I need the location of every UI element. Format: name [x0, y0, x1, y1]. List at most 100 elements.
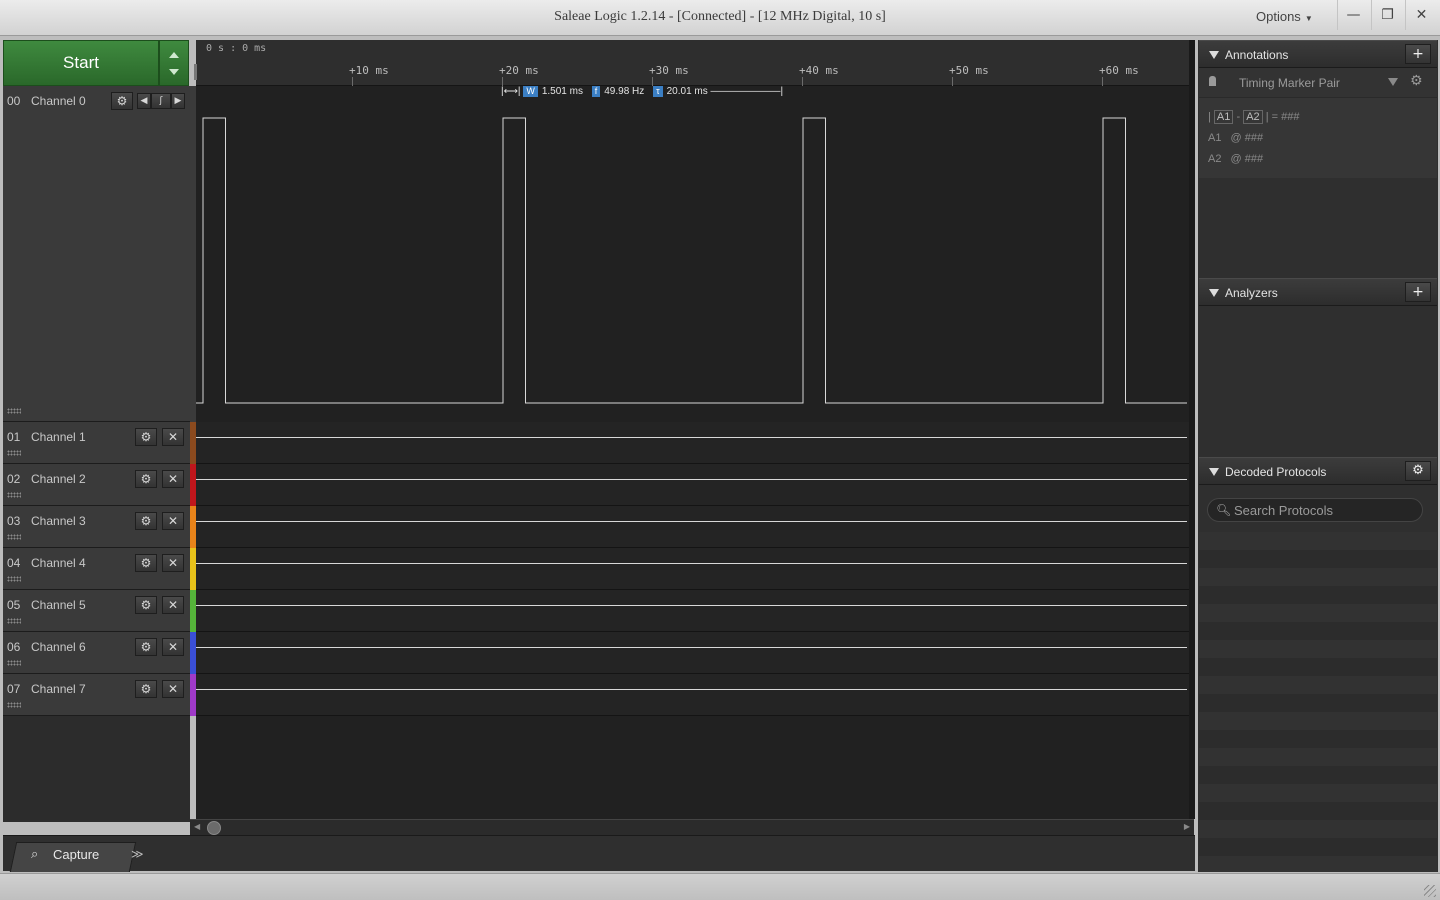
marker-filter-icon[interactable] — [1388, 78, 1398, 86]
remove-channel-close-icon[interactable]: ✕ — [162, 680, 184, 698]
close-window-button[interactable]: ✕ — [1405, 0, 1437, 30]
channel-row-1[interactable]: 01 Channel 1 ⚙ ✕ — [3, 422, 190, 464]
drag-handle-icon[interactable] — [7, 618, 21, 624]
ruler-tick-label: +10 ms — [349, 64, 389, 77]
vertical-scrollbar[interactable] — [1189, 40, 1195, 819]
drag-handle-icon[interactable] — [7, 492, 21, 498]
title-bar: Saleae Logic 1.2.14 - [Connected] - [12 … — [0, 0, 1440, 36]
pulse-measurement: |⟷| W 1.501 ms f 49.98 Hz τ 20.01 ms ——————… — [501, 86, 783, 98]
more-tabs-icon[interactable]: ≫ — [131, 847, 144, 861]
drag-handle-icon[interactable] — [7, 702, 21, 708]
decoded-protocols-list[interactable] — [1199, 532, 1437, 872]
marker-settings-gear-icon[interactable]: ⚙ — [1410, 73, 1423, 89]
next-edge-icon[interactable]: ▶ — [171, 93, 185, 109]
channel-4-track[interactable] — [196, 548, 1189, 590]
drag-handle-icon[interactable] — [7, 576, 21, 582]
saleae-logic-window: Saleae Logic 1.2.14 - [Connected] - [12 … — [0, 0, 1440, 900]
time-ruler[interactable]: 0 s : 0 ms +10 ms +20 ms +30 ms +40 ms +… — [194, 40, 1192, 86]
annotations-body: Timing Marker Pair ⚙ | A1 - A2 | = ### A… — [1199, 68, 1437, 178]
minimize-button[interactable]: — — [1337, 0, 1369, 30]
channel-number: 05 — [7, 598, 21, 612]
channel-2-track[interactable] — [196, 464, 1189, 506]
capture-options-toggle[interactable] — [159, 40, 189, 86]
channel-6-track[interactable] — [196, 632, 1189, 674]
channel-number: 07 — [7, 682, 21, 696]
channel-settings-gear-icon[interactable]: ⚙ — [135, 512, 157, 530]
channel-settings-gear-icon[interactable]: ⚙ — [135, 428, 157, 446]
channel-4-signal — [196, 563, 1187, 564]
channel-name[interactable]: Channel 6 — [31, 640, 86, 654]
channel-settings-gear-icon[interactable]: ⚙ — [135, 680, 157, 698]
collapse-triangle-icon[interactable] — [1209, 289, 1219, 297]
analyzers-title: Analyzers — [1225, 286, 1278, 300]
resize-grip-icon[interactable] — [1424, 885, 1436, 897]
channel-settings-gear-icon[interactable]: ⚙ — [111, 92, 133, 110]
add-annotation-plus-icon[interactable]: + — [1405, 44, 1431, 64]
remove-channel-close-icon[interactable]: ✕ — [162, 470, 184, 488]
remove-channel-close-icon[interactable]: ✕ — [162, 512, 184, 530]
channel-settings-gear-icon[interactable]: ⚙ — [135, 470, 157, 488]
channel-settings-gear-icon[interactable]: ⚙ — [135, 554, 157, 572]
analyzers-header[interactable]: Analyzers + — [1199, 278, 1437, 306]
channel-name[interactable]: Channel 4 — [31, 556, 86, 570]
decoded-protocols-title: Decoded Protocols — [1225, 465, 1327, 479]
channel-row-2[interactable]: 02 Channel 2 ⚙ ✕ — [3, 464, 190, 506]
channel-row-0[interactable]: 00 Channel 0 ⚙ ◀ ʃ ▶ — [3, 86, 190, 422]
channel-name[interactable]: Channel 1 — [31, 430, 86, 444]
add-analyzer-plus-icon[interactable]: + — [1405, 282, 1431, 302]
decoded-protocols-gear-icon[interactable]: ⚙ — [1405, 461, 1431, 481]
collapse-triangle-icon[interactable] — [1209, 468, 1219, 476]
window-title: Saleae Logic 1.2.14 - [Connected] - [12 … — [554, 9, 886, 24]
drag-handle-icon[interactable] — [7, 408, 21, 414]
drag-handle-icon[interactable] — [7, 660, 21, 666]
a1-value: @ ### — [1230, 132, 1264, 144]
channel-name[interactable]: Channel 3 — [31, 514, 86, 528]
channel-1-track[interactable] — [196, 422, 1189, 464]
a1-box: A1 — [1213, 110, 1234, 124]
ruler-origin-label: 0 s : 0 ms — [206, 43, 267, 54]
remove-channel-close-icon[interactable]: ✕ — [162, 596, 184, 614]
channel-row-3[interactable]: 03 Channel 3 ⚙ ✕ — [3, 506, 190, 548]
search-protocols-input[interactable] — [1234, 501, 1414, 519]
scroll-thumb[interactable] — [207, 821, 221, 835]
annotations-header[interactable]: Annotations + — [1199, 40, 1437, 68]
search-icon: 🔍︎ — [1216, 503, 1232, 517]
remove-channel-close-icon[interactable]: ✕ — [162, 554, 184, 572]
trigger-edge-icon[interactable]: ʃ — [151, 93, 171, 109]
restore-button[interactable]: ❐ — [1371, 0, 1403, 30]
drag-handle-icon[interactable] — [7, 534, 21, 540]
channel-name[interactable]: Channel 2 — [31, 472, 86, 486]
channel-5-track[interactable] — [196, 590, 1189, 632]
scroll-left-icon[interactable]: ◀ — [194, 822, 200, 831]
remove-channel-close-icon[interactable]: ✕ — [162, 428, 184, 446]
capture-search-icon: ⌕ — [31, 847, 39, 862]
drag-handle-icon[interactable] — [7, 450, 21, 456]
tab-capture-label[interactable]: Capture — [53, 847, 99, 862]
remove-channel-close-icon[interactable]: ✕ — [162, 638, 184, 656]
channel-7-track[interactable] — [196, 674, 1189, 716]
channel-name[interactable]: Channel 5 — [31, 598, 86, 612]
search-protocols-field[interactable]: 🔍︎ — [1207, 498, 1423, 522]
horizontal-scrollbar[interactable]: ◀ ▶ — [190, 819, 1194, 835]
options-menu[interactable]: Options ▼ — [1256, 9, 1313, 24]
channel-7-signal — [196, 689, 1187, 690]
channel-row-7[interactable]: 07 Channel 7 ⚙ ✕ — [3, 674, 190, 716]
decoded-protocols-header[interactable]: Decoded Protocols ⚙ — [1199, 457, 1437, 485]
scroll-right-icon[interactable]: ▶ — [1184, 822, 1190, 831]
start-capture-button[interactable]: Start — [3, 40, 159, 86]
annotations-title: Annotations — [1225, 48, 1289, 62]
channel-settings-gear-icon[interactable]: ⚙ — [135, 638, 157, 656]
prev-edge-icon[interactable]: ◀ — [137, 93, 151, 109]
marker-name[interactable]: Timing Marker Pair — [1239, 76, 1340, 90]
channel-row-5[interactable]: 05 Channel 5 ⚙ ✕ — [3, 590, 190, 632]
channel-name[interactable]: Channel 7 — [31, 682, 86, 696]
timing-marker-pair-row[interactable]: Timing Marker Pair ⚙ — [1199, 68, 1437, 98]
channel-3-track[interactable] — [196, 506, 1189, 548]
collapse-triangle-icon[interactable] — [1209, 51, 1219, 59]
channel-row-6[interactable]: 06 Channel 6 ⚙ ✕ — [3, 632, 190, 674]
channel-settings-gear-icon[interactable]: ⚙ — [135, 596, 157, 614]
channel-name[interactable]: Channel 0 — [31, 94, 86, 108]
ruler-tick-label: +40 ms — [799, 64, 839, 77]
ruler-tick — [502, 77, 503, 86]
channel-row-4[interactable]: 04 Channel 4 ⚙ ✕ — [3, 548, 190, 590]
